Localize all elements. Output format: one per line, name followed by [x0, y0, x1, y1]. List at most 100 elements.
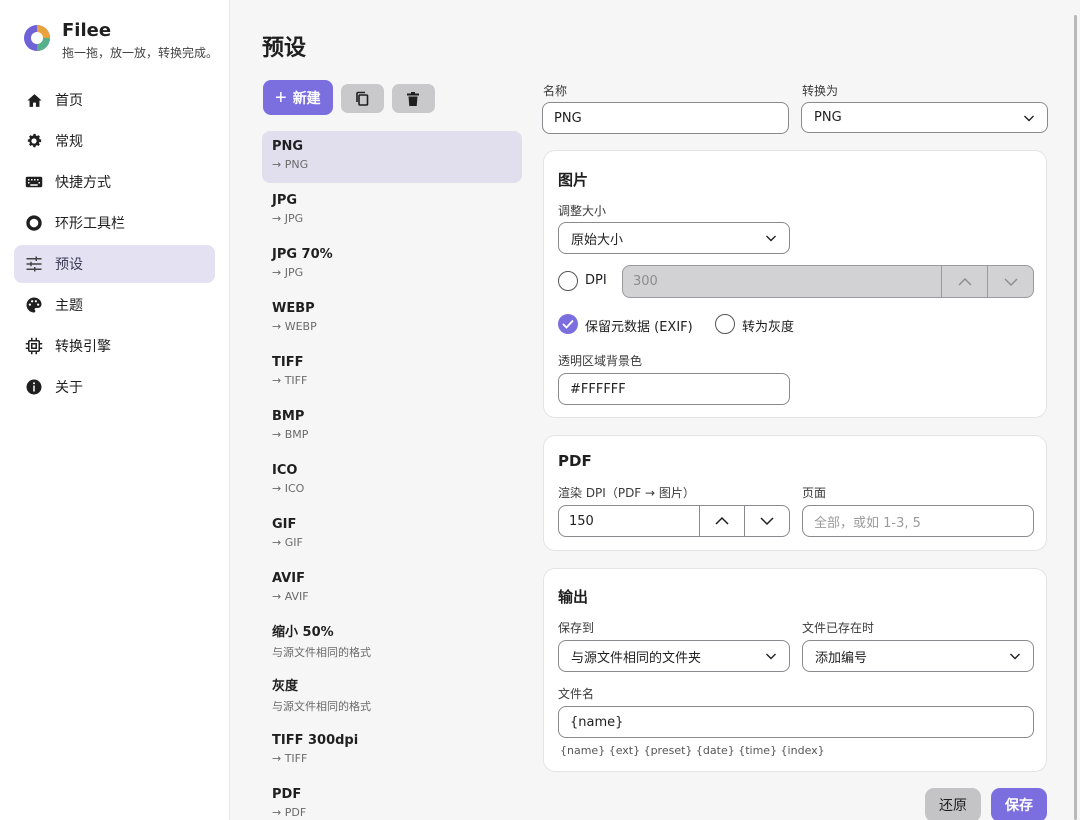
keep-exif-checkbox[interactable] — [558, 314, 578, 334]
resize-select[interactable]: 原始大小 — [558, 222, 790, 254]
preset-name: PNG — [272, 139, 304, 154]
file-exists-label: 文件已存在时 — [802, 621, 875, 635]
resize-label: 调整大小 — [558, 204, 607, 218]
preset-target: → TIFF — [272, 374, 308, 387]
convert-to-value: PNG — [814, 110, 842, 125]
sidebar-item-general[interactable]: 常规 — [14, 122, 215, 160]
filename-input[interactable]: {name} — [558, 706, 1034, 738]
preset-list: PNG → PNG JPG → JPG JPG 70% → JPG WEBP →… — [262, 131, 522, 820]
gear-icon — [25, 132, 43, 150]
trash-icon — [407, 91, 420, 106]
dpi-label: DPI — [585, 273, 607, 288]
chevron-down-icon — [766, 653, 776, 660]
preset-item[interactable]: TIFF 300dpi → TIFF — [262, 725, 522, 779]
preset-name: 缩小 50% — [272, 625, 334, 640]
sidebar-item-theme[interactable]: 主题 — [14, 286, 215, 324]
pages-input[interactable]: 全部，或如 1-3, 5 — [802, 505, 1034, 537]
preset-name: ICO — [272, 463, 298, 478]
grayscale-label: 转为灰度 — [742, 320, 795, 335]
preset-target: → GIF — [272, 536, 303, 549]
chevron-up-icon — [715, 516, 729, 525]
background-color-input[interactable]: #FFFFFF — [558, 373, 790, 405]
sliders-icon — [25, 255, 43, 273]
sidebar-item-engine[interactable]: 转换引擎 — [14, 327, 215, 365]
sidebar-item-ring-toolbar[interactable]: 环形工具栏 — [14, 204, 215, 242]
file-exists-select[interactable]: 添加编号 — [802, 640, 1034, 672]
output-card-title: 输出 — [558, 588, 589, 606]
dpi-placeholder: 300 — [633, 274, 658, 289]
sidebar-item-presets[interactable]: 预设 — [14, 245, 215, 283]
preset-item[interactable]: 灰度 与源文件相同的格式 — [262, 671, 522, 725]
duplicate-preset-button[interactable] — [340, 84, 384, 113]
pages-placeholder: 全部，或如 1-3, 5 — [814, 515, 921, 531]
delete-preset-button[interactable] — [391, 84, 435, 113]
filename-label: 文件名 — [558, 687, 595, 701]
preset-name-input[interactable]: PNG — [542, 102, 789, 134]
palette-icon — [25, 296, 43, 314]
sidebar-item-shortcuts[interactable]: 快捷方式 — [14, 163, 215, 201]
preset-name: JPG 70% — [272, 247, 333, 262]
filename-tokens-hint: {name} {ext} {preset} {date} {time} {ind… — [560, 744, 825, 757]
render-dpi-decrement-button[interactable] — [744, 506, 789, 536]
chevron-down-icon — [1004, 278, 1017, 286]
page-title: 预设 — [262, 36, 307, 61]
info-icon — [25, 378, 43, 396]
preset-item[interactable]: PNG → PNG — [262, 131, 522, 183]
checkmark-icon — [562, 319, 574, 329]
new-preset-label: 新建 — [292, 89, 321, 106]
dpi-increment-button[interactable] — [941, 266, 987, 297]
preset-target: → PDF — [272, 806, 307, 819]
preset-target: 与源文件相同的格式 — [272, 646, 371, 659]
ring-icon — [25, 214, 43, 232]
save-button[interactable]: 保存 — [991, 788, 1047, 820]
convert-to-select[interactable]: PNG — [801, 102, 1048, 133]
preset-item[interactable]: AVIF → AVIF — [262, 563, 522, 617]
preset-target: → WEBP — [272, 320, 317, 333]
grayscale-radio[interactable] — [715, 314, 735, 334]
preset-target: → TIFF — [272, 752, 308, 765]
dpi-radio[interactable] — [558, 271, 578, 291]
background-color-value: #FFFFFF — [570, 381, 626, 397]
save-to-value: 与源文件相同的文件夹 — [571, 650, 702, 666]
sidebar-item-label: 转换引擎 — [55, 339, 111, 355]
render-dpi-label: 渲染 DPI（PDF → 图片） — [558, 486, 695, 500]
dpi-decrement-button[interactable] — [987, 266, 1033, 297]
preset-toolbar: + 新建 — [263, 80, 435, 115]
render-dpi-value: 150 — [569, 513, 594, 529]
sidebar: Filee 拖一拖，放一放，转换完成。 首页 常规 快捷方式 环形工具栏 预设 … — [0, 0, 230, 820]
new-preset-button[interactable]: + 新建 — [263, 80, 333, 115]
home-icon — [25, 91, 43, 109]
main-scrollbar[interactable] — [1074, 15, 1077, 820]
preset-name: TIFF 300dpi — [272, 733, 359, 748]
plus-icon: + — [275, 86, 287, 109]
sidebar-item-home[interactable]: 首页 — [14, 81, 215, 119]
preset-item[interactable]: WEBP → WEBP — [262, 293, 522, 347]
revert-button[interactable]: 还原 — [925, 788, 981, 820]
sidebar-item-about[interactable]: 关于 — [14, 368, 215, 406]
preset-target: 与源文件相同的格式 — [272, 700, 371, 713]
preset-item[interactable]: PDF → PDF — [262, 779, 522, 820]
preset-item[interactable]: JPG → JPG — [262, 185, 522, 239]
background-color-label: 透明区域背景色 — [558, 354, 643, 368]
dpi-input[interactable]: 300 — [622, 265, 1034, 298]
preset-name: JPG — [272, 193, 298, 208]
preset-target: → ICO — [272, 482, 305, 495]
preset-name-value: PNG — [554, 110, 582, 126]
sidebar-item-label: 环形工具栏 — [55, 216, 125, 232]
preset-item[interactable]: ICO → ICO — [262, 455, 522, 509]
pdf-card: PDF 渲染 DPI（PDF → 图片） 150 页面 全部，或如 1-3, 5 — [543, 435, 1047, 551]
preset-item[interactable]: JPG 70% → JPG — [262, 239, 522, 293]
render-dpi-input[interactable]: 150 — [558, 505, 790, 537]
preset-item[interactable]: 缩小 50% 与源文件相同的格式 — [262, 617, 522, 671]
preset-target: → AVIF — [272, 590, 309, 603]
chevron-down-icon — [1010, 653, 1020, 660]
preset-name: 灰度 — [272, 679, 299, 694]
preset-item[interactable]: GIF → GIF — [262, 509, 522, 563]
render-dpi-increment-button[interactable] — [699, 506, 744, 536]
keyboard-icon — [25, 173, 43, 191]
save-to-select[interactable]: 与源文件相同的文件夹 — [558, 640, 790, 672]
preset-item[interactable]: BMP → BMP — [262, 401, 522, 455]
filename-value: {name} — [570, 714, 624, 730]
preset-item[interactable]: TIFF → TIFF — [262, 347, 522, 401]
sidebar-item-label: 主题 — [55, 298, 83, 314]
